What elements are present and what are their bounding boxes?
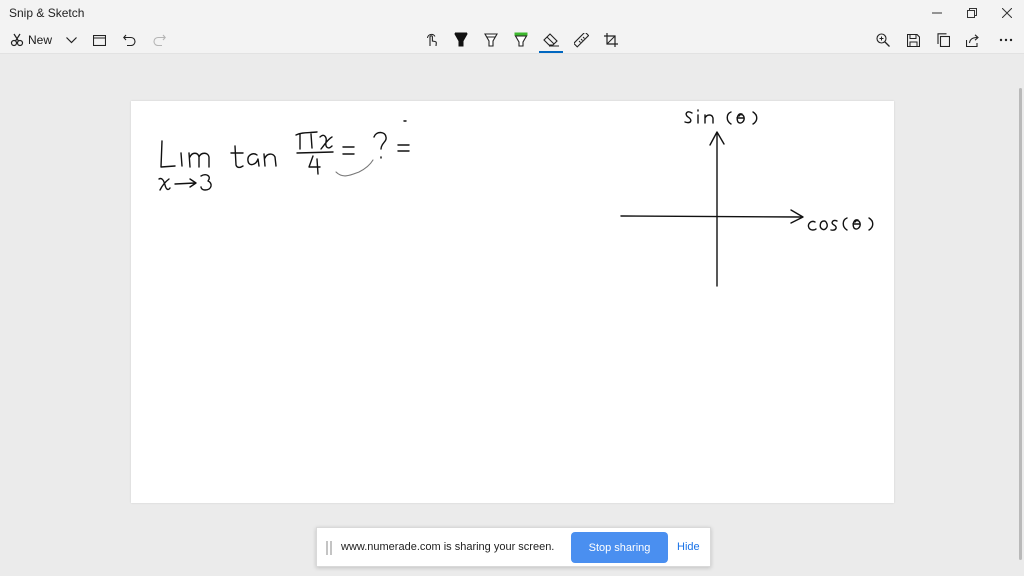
title-bar: Snip & Sketch [0,0,1024,26]
ballpoint-pen-icon [454,32,468,47]
highlighter-icon [514,32,528,47]
new-dropdown-button[interactable] [60,27,82,53]
hide-button[interactable]: Hide [677,541,700,553]
sharing-message: www.numerade.com is sharing your screen. [341,541,555,553]
share-icon [966,33,979,47]
close-button[interactable] [990,0,1024,26]
close-icon [1002,8,1012,18]
copy-icon [936,33,950,47]
highlighter-button[interactable] [509,27,533,53]
save-icon [906,33,920,47]
drag-handle-icon[interactable] [326,541,332,555]
drawing-canvas[interactable] [131,101,894,503]
redo-icon [152,34,166,46]
open-file-icon [92,34,106,46]
pencil-icon [484,33,498,47]
toolbar: New [0,26,1024,54]
zoom-button[interactable] [871,27,895,53]
pencil-button[interactable] [479,27,503,53]
eraser-icon [542,33,559,47]
ruler-icon [573,32,589,48]
stop-sharing-button[interactable]: Stop sharing [571,532,668,563]
eraser-button[interactable] [537,27,565,53]
crop-button[interactable] [599,27,623,53]
open-file-button[interactable] [88,27,110,53]
minimize-button[interactable] [920,0,954,26]
selected-tool-indicator [539,51,563,53]
restore-button[interactable] [955,0,989,26]
save-button[interactable] [901,27,925,53]
minimize-icon [932,12,942,14]
canvas-area[interactable] [0,54,1024,576]
zoom-icon [876,33,890,47]
chevron-down-icon [65,36,77,43]
restore-icon [967,8,977,18]
more-icon [999,38,1013,42]
new-label: New [28,33,53,47]
copy-button[interactable] [931,27,955,53]
handwriting-ink [158,109,874,287]
snip-icon [10,33,24,47]
undo-button[interactable] [118,27,140,53]
vertical-scrollbar[interactable] [1019,88,1022,560]
touch-writing-button[interactable] [420,27,444,53]
ballpoint-pen-button[interactable] [449,27,473,53]
share-button[interactable] [961,27,985,53]
screen-sharing-bar: www.numerade.com is sharing your screen.… [316,527,711,567]
ruler-button[interactable] [569,27,593,53]
touch-writing-icon [427,33,437,47]
new-snip-button[interactable]: New [6,27,58,53]
more-options-button[interactable] [993,27,1019,53]
crop-icon [604,33,618,47]
undo-icon [122,34,136,46]
redo-button[interactable] [148,27,170,53]
app-title: Snip & Sketch [9,6,85,20]
